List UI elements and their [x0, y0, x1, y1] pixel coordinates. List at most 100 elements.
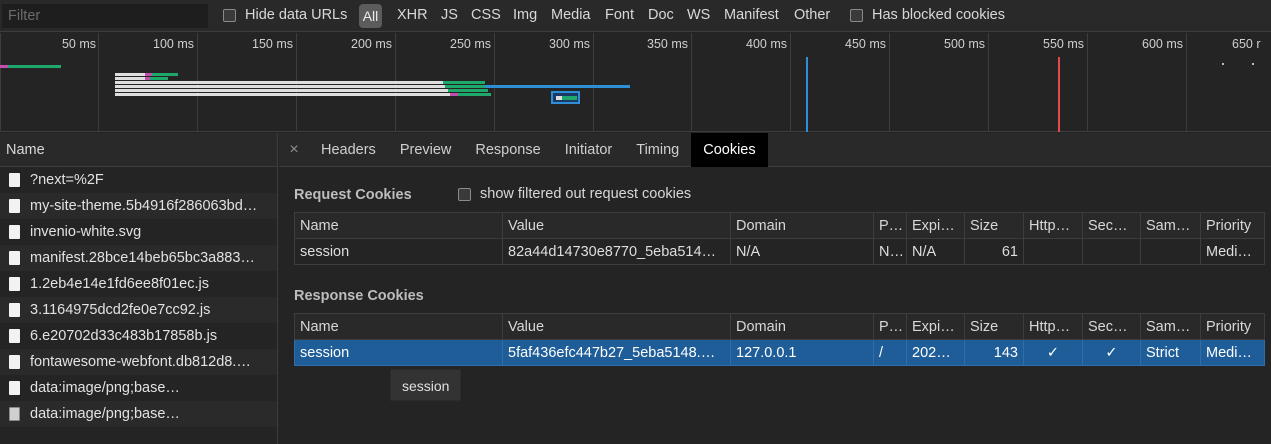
request-row[interactable]: data:image/png;base…: [0, 375, 277, 401]
request-row[interactable]: 1.2eb4e14e1fd6ee8f01ec.js: [0, 271, 277, 297]
cookie-priority: Medi…: [1200, 238, 1265, 265]
waterfall-bar: [115, 73, 145, 76]
column-header-httponly[interactable]: Http…: [1023, 313, 1083, 340]
request-row[interactable]: data:image/png;base…: [0, 401, 277, 427]
load-event-marker: [1058, 57, 1060, 132]
type-filter-js[interactable]: JS: [441, 7, 458, 23]
show-filtered-cookies-checkbox[interactable]: [458, 187, 471, 201]
response-cookies-table: Name Value Domain P… Expi… Size Http… Se…: [294, 313, 1265, 366]
table-row[interactable]: session 82a44d14730e8770_5eba514… N/A N……: [294, 238, 1265, 265]
type-filter-img[interactable]: Img: [513, 7, 537, 23]
request-row[interactable]: invenio-white.svg: [0, 219, 277, 245]
column-header-name[interactable]: Name: [294, 212, 503, 239]
type-filter-all[interactable]: All: [359, 4, 382, 28]
type-filter-other[interactable]: Other: [794, 7, 830, 23]
waterfall-bar: [115, 89, 448, 92]
type-filter-ws[interactable]: WS: [687, 7, 710, 23]
column-header-domain[interactable]: Domain: [730, 212, 874, 239]
waterfall-bar: [152, 73, 178, 76]
hide-data-urls-toggle[interactable]: Hide data URLs: [223, 7, 347, 23]
grid-line: [98, 33, 99, 132]
time-tick-label: 400 ms: [746, 37, 787, 51]
document-icon: [9, 381, 20, 395]
column-header-size[interactable]: Size: [964, 313, 1024, 340]
request-row[interactable]: my-site-theme.5b4916f286063bd…: [0, 193, 277, 219]
request-name: ?next=%2F: [30, 172, 104, 188]
column-header-expires[interactable]: Expi…: [906, 212, 965, 239]
network-filter-bar: Hide data URLs All XHR JS CSS Img Media …: [0, 0, 1271, 32]
waterfall-bar: [443, 81, 485, 84]
show-filtered-cookies-toggle[interactable]: show filtered out request cookies: [458, 186, 691, 202]
column-header-name[interactable]: Name: [294, 313, 503, 340]
network-overview[interactable]: 50 ms 100 ms 150 ms 200 ms 250 ms 300 ms…: [0, 33, 1271, 132]
tab-initiator[interactable]: Initiator: [553, 133, 625, 167]
document-icon: [9, 173, 20, 187]
detail-tab-bar: × Headers Preview Response Initiator Tim…: [279, 132, 1271, 167]
has-blocked-cookies-toggle[interactable]: Has blocked cookies: [850, 7, 1005, 23]
time-tick-label: 300 ms: [549, 37, 590, 51]
tab-response[interactable]: Response: [463, 133, 552, 167]
request-row[interactable]: manifest.28bce14beb65bc3a883…: [0, 245, 277, 271]
column-header-path[interactable]: P…: [873, 212, 907, 239]
overview-dot: [1252, 63, 1254, 65]
waterfall-bar: [115, 81, 443, 84]
document-icon: [9, 199, 20, 213]
request-row[interactable]: 3.1164975dcd2fe0e7cc92.js: [0, 297, 277, 323]
cookie-value: 82a44d14730e8770_5eba514…: [502, 238, 731, 265]
column-header-samesite[interactable]: Sam…: [1140, 212, 1201, 239]
cookie-domain: N/A: [730, 238, 874, 265]
cookie-expires: N/A: [906, 238, 965, 265]
tab-preview[interactable]: Preview: [388, 133, 464, 167]
column-header-priority[interactable]: Priority: [1200, 212, 1265, 239]
column-header-domain[interactable]: Domain: [730, 313, 874, 340]
waterfall-bar: [450, 93, 458, 96]
column-header-size[interactable]: Size: [964, 212, 1024, 239]
request-row[interactable]: fontawesome-webfont.db812d8.…: [0, 349, 277, 375]
waterfall-bar: [150, 77, 168, 80]
type-filter-doc[interactable]: Doc: [648, 7, 674, 23]
request-name: my-site-theme.5b4916f286063bd…: [30, 198, 258, 214]
column-header-httponly[interactable]: Http…: [1023, 212, 1083, 239]
request-name: invenio-white.svg: [30, 224, 142, 240]
request-row[interactable]: 6.e20702d33c483b17858b.js: [0, 323, 277, 349]
cookie-expires: 202…: [906, 339, 965, 366]
column-header-secure[interactable]: Sec…: [1082, 212, 1141, 239]
request-row[interactable]: ?next=%2F: [0, 167, 277, 193]
type-filter-font[interactable]: Font: [605, 7, 634, 23]
cookie-samesite: Strict: [1140, 339, 1201, 366]
cookie-httponly: ✓: [1023, 339, 1083, 366]
hide-data-urls-checkbox[interactable]: [223, 8, 236, 22]
cookie-size: 143: [964, 339, 1024, 366]
tab-headers[interactable]: Headers: [309, 133, 388, 167]
column-header-path[interactable]: P…: [873, 313, 907, 340]
time-tick-label: 150 ms: [252, 37, 293, 51]
request-name: manifest.28bce14beb65bc3a883…: [30, 250, 255, 266]
name-column-header[interactable]: Name: [0, 133, 277, 167]
request-name: fontawesome-webfont.db812d8.…: [30, 354, 251, 370]
cookie-secure: ✓: [1082, 339, 1141, 366]
tab-cookies[interactable]: Cookies: [691, 132, 768, 167]
request-name: data:image/png;base…: [30, 406, 180, 422]
request-cookies-title: Request Cookies: [294, 187, 412, 203]
table-row[interactable]: session 5faf436efc447b27_5eba5148.… 127.…: [294, 339, 1265, 366]
has-blocked-cookies-checkbox[interactable]: [850, 8, 863, 22]
column-header-value[interactable]: Value: [502, 313, 731, 340]
tab-timing[interactable]: Timing: [624, 133, 691, 167]
column-header-expires[interactable]: Expi…: [906, 313, 965, 340]
grid-line: [889, 33, 890, 132]
time-tick-label: 650 r: [1232, 37, 1261, 51]
column-header-secure[interactable]: Sec…: [1082, 313, 1141, 340]
close-icon[interactable]: ×: [279, 141, 309, 159]
column-header-samesite[interactable]: Sam…: [1140, 313, 1201, 340]
filter-input[interactable]: [2, 4, 208, 28]
grid-line: [593, 33, 594, 132]
type-filter-media[interactable]: Media: [551, 7, 591, 23]
column-header-value[interactable]: Value: [502, 212, 731, 239]
type-filter-manifest[interactable]: Manifest: [724, 7, 779, 23]
type-filter-css[interactable]: CSS: [471, 7, 501, 23]
type-filter-xhr[interactable]: XHR: [397, 7, 428, 23]
waterfall-bar: [115, 77, 145, 80]
cookie-path: N…: [873, 238, 907, 265]
time-tick-label: 50 ms: [61, 37, 96, 51]
column-header-priority[interactable]: Priority: [1200, 313, 1265, 340]
